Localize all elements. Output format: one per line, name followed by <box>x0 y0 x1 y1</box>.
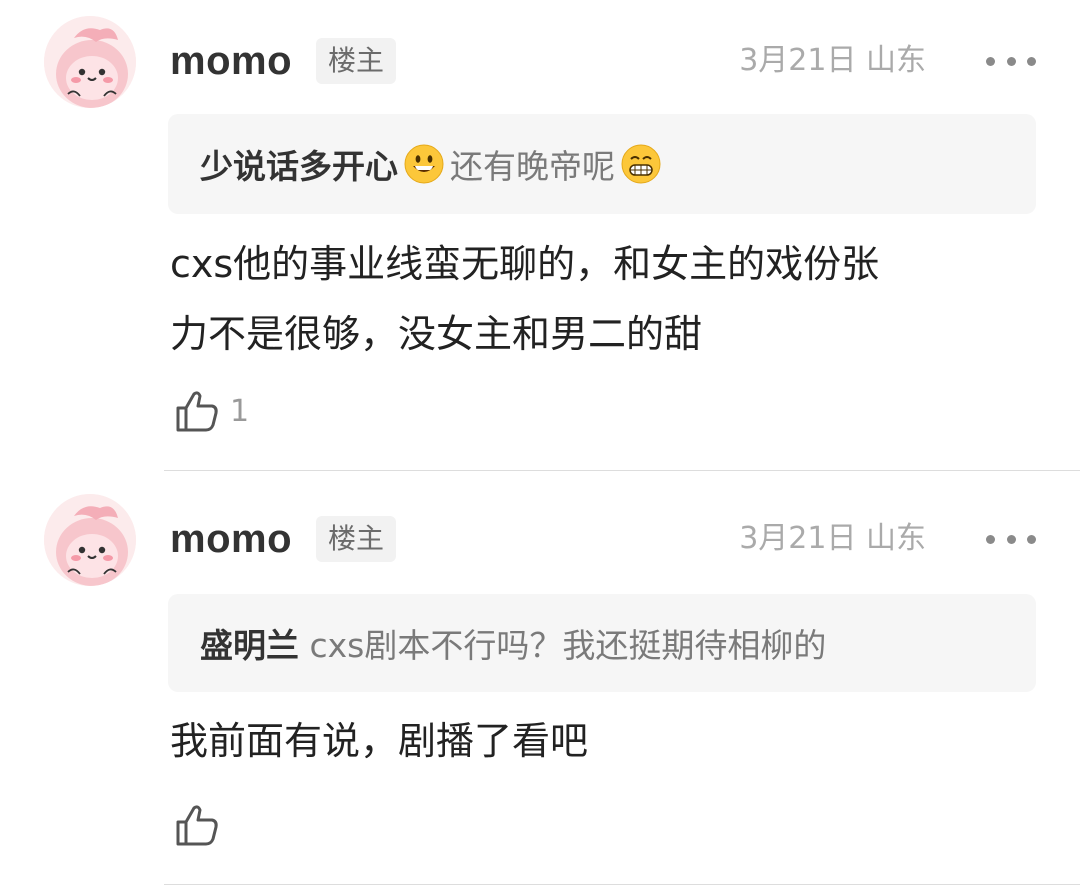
more-options-button[interactable] <box>986 516 1036 562</box>
username[interactable]: momo <box>170 516 292 562</box>
more-dots-icon <box>986 56 995 66</box>
pink-cartoon-avatar-icon <box>44 494 136 586</box>
quoted-reply[interactable]: 盛明兰 cxs剧本不行吗？我还挺期待相柳的 <box>168 594 1036 692</box>
more-dot <box>1027 56 1036 66</box>
quote-text: 还有晚帝呢 <box>450 147 615 186</box>
pink-cartoon-avatar-icon <box>44 16 136 108</box>
more-options-button[interactable] <box>986 38 1036 84</box>
comment-divider <box>164 884 1080 885</box>
quote-text: cxs剧本不行吗？我还挺期待相柳的 <box>299 626 827 665</box>
username[interactable]: momo <box>170 38 292 84</box>
post-date: 3月21日 <box>739 521 857 556</box>
quoted-reply[interactable]: 少说话多开心 还有晚帝呢 <box>168 114 1036 214</box>
post-location: 山东 <box>866 43 926 78</box>
op-badge: 楼主 <box>316 516 397 562</box>
like-button[interactable]: 1 <box>174 388 249 434</box>
post-location: 山东 <box>866 521 926 556</box>
comment-divider <box>164 470 1080 471</box>
op-badge: 楼主 <box>316 38 397 84</box>
thumbs-up-icon <box>176 391 218 432</box>
avatar[interactable] <box>44 16 136 108</box>
more-dots-icon <box>986 534 995 544</box>
more-dot <box>1027 534 1036 544</box>
avatar[interactable] <box>44 494 136 586</box>
grinning-face-emoji-icon <box>404 144 444 184</box>
comment-body-line: 我前面有说，剧播了看吧 <box>170 719 589 763</box>
more-dot <box>1006 534 1016 544</box>
more-dot <box>1006 56 1016 66</box>
comment-body: 我前面有说，剧播了看吧 <box>170 706 1030 776</box>
quote-author: 少说话多开心 <box>200 147 398 186</box>
comment-body-line: cxs他的事业线蛮无聊的，和女主的戏份张 <box>170 242 880 286</box>
comment-body: cxs他的事业线蛮无聊的，和女主的戏份张 力不是很够，没女主和男二的甜 <box>170 229 1030 369</box>
like-count: 1 <box>230 393 250 429</box>
post-meta: 3月21日 山东 <box>739 516 926 562</box>
thumbs-up-icon <box>176 805 218 846</box>
comment-body-line: 力不是很够，没女主和男二的甜 <box>170 312 703 356</box>
like-button[interactable] <box>174 802 230 848</box>
quote-author: 盛明兰 <box>200 626 299 665</box>
post-meta: 3月21日 山东 <box>739 38 926 84</box>
beaming-face-emoji-icon <box>621 144 661 184</box>
post-date: 3月21日 <box>739 43 857 78</box>
